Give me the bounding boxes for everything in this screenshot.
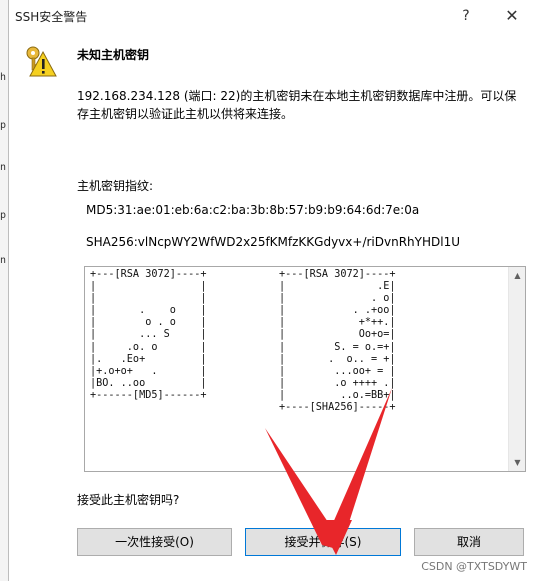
sha256-fingerprint: SHA256:vlNcpWY2WfWD2x25fKMfzKKGdyvx+/riD… (86, 235, 460, 249)
warning-message: 192.168.234.128 (端口: 22)的主机密钥未在本地主机密钥数据库… (77, 89, 517, 121)
close-button[interactable]: ✕ (495, 4, 529, 28)
window-title: SSH安全警告 (15, 10, 88, 24)
scroll-down-arrow-icon[interactable]: ▼ (509, 454, 525, 471)
accept-once-button[interactable]: 一次性接受(O) (77, 528, 232, 556)
title-bar: SSH安全警告 ? ✕ (9, 0, 541, 32)
randomart-sha256: +---[RSA 3072]----+ | .E| | . o| | . .+o… (279, 269, 396, 414)
cancel-button[interactable]: 取消 (414, 528, 524, 556)
vertical-scrollbar[interactable]: ▲ ▼ (508, 267, 525, 471)
help-button[interactable]: ? (451, 4, 481, 28)
keys-warning-icon (26, 46, 57, 77)
accept-question: 接受此主机密钥吗? (77, 493, 180, 507)
watermark: CSDN @TXTSDYWT (421, 560, 527, 573)
dialog-heading: 未知主机密钥 (77, 48, 150, 62)
ssh-security-warning-dialog: SSH安全警告 ? ✕ 未知主机密钥 192.168.234.128 (端口: … (8, 0, 541, 581)
randomart-md5: +---[RSA 3072]----+ | | | | | . o | | o … (90, 269, 207, 401)
randomart-box[interactable]: +---[RSA 3072]----+ | | | | | . o | | o … (84, 266, 526, 472)
fingerprint-label: 主机密钥指纹: (77, 179, 154, 193)
scroll-up-arrow-icon[interactable]: ▲ (509, 267, 525, 284)
md5-fingerprint: MD5:31:ae:01:eb:6a:c2:ba:3b:8b:57:b9:b9:… (86, 203, 420, 217)
accept-and-save-button[interactable]: 接受并保存(S) (245, 528, 401, 556)
